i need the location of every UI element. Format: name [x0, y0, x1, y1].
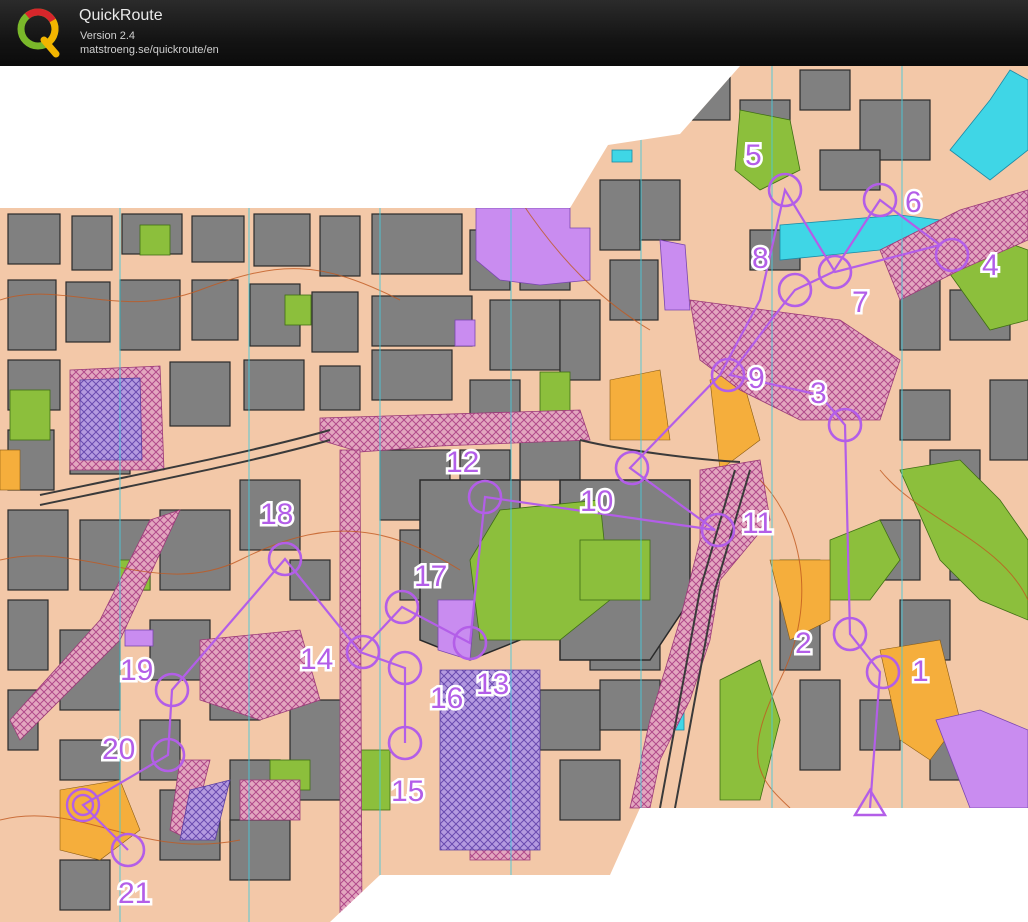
control-number: 16	[430, 682, 463, 715]
orienteering-map[interactable]: 123456789101112131415161718192021	[0, 66, 1028, 922]
control-number: 20	[102, 733, 135, 766]
control-number: 17	[414, 560, 447, 593]
control-number: 2	[795, 627, 812, 660]
control-number: 14	[300, 643, 333, 676]
app-header: QuickRoute Version 2.4 matstroeng.se/qui…	[0, 0, 1028, 66]
app-title: QuickRoute	[79, 7, 163, 24]
control-number: 18	[260, 498, 293, 531]
control-number: 9	[748, 362, 765, 395]
control-number: 19	[120, 654, 153, 687]
control-number: 7	[852, 286, 869, 319]
control-number: 11	[742, 507, 773, 540]
control-number: 10	[580, 485, 613, 518]
control-number: 1	[912, 655, 929, 688]
control-number: 6	[905, 186, 922, 219]
control-number: 3	[810, 377, 827, 410]
control-number: 13	[476, 668, 509, 701]
control-number: 21	[118, 877, 151, 910]
app-url[interactable]: matstroeng.se/quickroute/en	[80, 44, 219, 56]
control-number: 15	[391, 775, 424, 808]
control-number: 12	[446, 446, 479, 479]
control-number: 4	[982, 249, 999, 282]
control-number: 8	[752, 242, 769, 275]
map-base	[0, 66, 1028, 922]
control-number: 5	[745, 139, 762, 172]
app-version: Version 2.4	[80, 30, 136, 42]
quickroute-logo-icon	[17, 8, 60, 58]
